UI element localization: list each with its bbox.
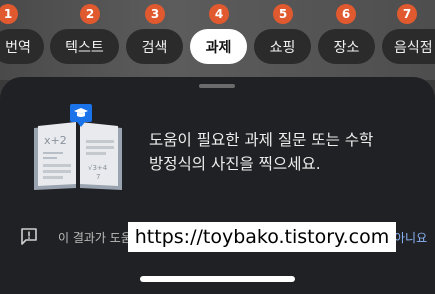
chip-label: 검색 bbox=[141, 39, 168, 56]
step-badge: 2 bbox=[80, 4, 100, 24]
step-badge: 3 bbox=[145, 4, 165, 24]
right-page-sub-text: 7 bbox=[96, 173, 100, 181]
chip-label: 과제 bbox=[205, 39, 232, 56]
feedback-no-button[interactable]: 아니요 bbox=[394, 229, 427, 246]
step-badge: 6 bbox=[336, 4, 356, 24]
step-badge: 5 bbox=[273, 4, 293, 24]
chip-places[interactable]: 장소 bbox=[318, 29, 375, 64]
step-badge: 4 bbox=[209, 4, 229, 24]
open-book-illustration-icon: x+2 √3+4 7 bbox=[34, 104, 122, 190]
chip-dining[interactable]: 음식점 bbox=[382, 29, 435, 64]
step-badge: 7 bbox=[397, 4, 417, 24]
chip-label: 번역 bbox=[5, 39, 31, 56]
homework-prompt: 도움이 필요한 과제 질문 또는 수학 방정식의 사진을 찍으세요. bbox=[149, 128, 419, 176]
left-page-text: x+2 bbox=[44, 134, 67, 147]
home-indicator[interactable] bbox=[140, 276, 295, 282]
chip-label: 텍스트 bbox=[65, 39, 104, 56]
chip-label: 음식점 bbox=[394, 39, 433, 56]
chip-text[interactable]: 텍스트 bbox=[50, 29, 119, 64]
chip-shopping[interactable]: 쇼핑 bbox=[254, 29, 311, 64]
chip-search[interactable]: 검색 bbox=[126, 29, 183, 64]
prompt-line-2: 방정식의 사진을 찍으세요. bbox=[149, 155, 321, 173]
chip-label: 장소 bbox=[333, 39, 360, 56]
feedback-icon[interactable] bbox=[19, 226, 39, 246]
sheet-drag-handle[interactable] bbox=[199, 84, 235, 88]
prompt-line-1: 도움이 필요한 과제 질문 또는 수학 bbox=[149, 131, 374, 149]
mode-chip-row: 번역 텍스트 검색 과제 쇼핑 장소 음식점 1 2 3 4 5 6 7 bbox=[0, 0, 435, 80]
right-page-text: √3+4 bbox=[88, 164, 108, 172]
chip-label: 쇼핑 bbox=[269, 39, 296, 56]
chip-translate[interactable]: 번역 bbox=[0, 29, 44, 64]
step-badge: 1 bbox=[0, 4, 18, 24]
chip-homework[interactable]: 과제 bbox=[190, 29, 247, 64]
watermark-url: https://toybako.tistory.com bbox=[128, 222, 396, 252]
